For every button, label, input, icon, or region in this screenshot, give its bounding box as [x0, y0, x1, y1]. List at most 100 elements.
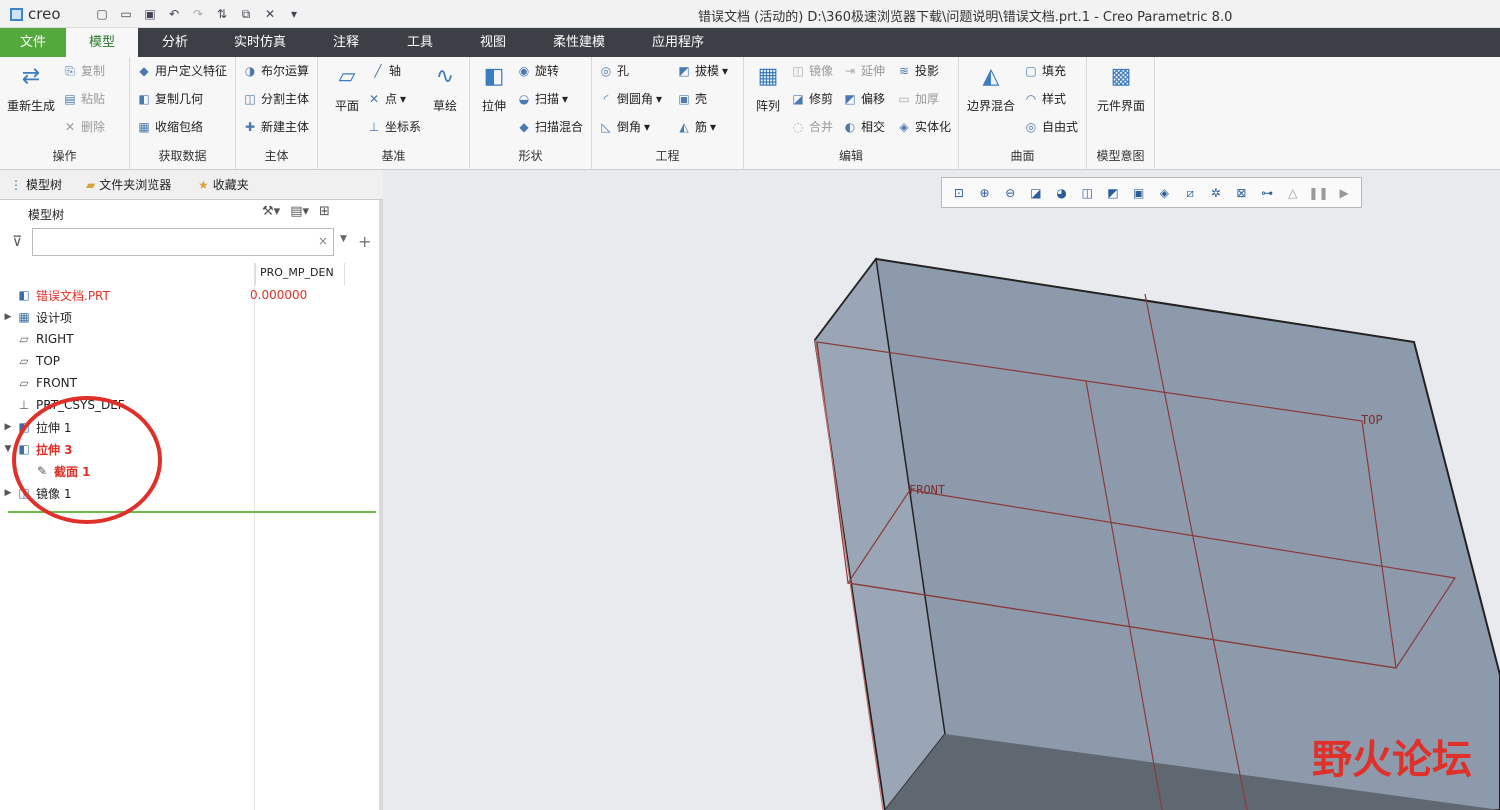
round-button[interactable]: ◜ 倒圆角 ▾	[598, 88, 662, 110]
menu-file[interactable]: 文件	[0, 28, 66, 57]
group-engineering: ◎ 孔 ◜ 倒圆角 ▾ ◺ 倒角 ▾ ◩ 拔模 ▾ ▣ 壳 ◭ 筋 ▾ 工程	[592, 57, 744, 170]
group-get-data: ◆ 用户定义特征 ◧ 复制几何 ▦ 收缩包络 获取数据	[130, 57, 236, 170]
save-icon[interactable]: ▣	[140, 4, 160, 24]
swept-blend-button[interactable]: ◆ 扫描混合	[516, 116, 583, 138]
paste-button[interactable]: ▤ 粘贴	[62, 88, 105, 110]
model-tree-panel: 模型树 ⚒▾ ▤▾ ⊞ ⊽ × ▼ + PRO_MP_DEN ◧ 错误文档.PR…	[0, 200, 383, 810]
section-icon[interactable]: ⊶	[1256, 182, 1278, 204]
split-body-button[interactable]: ◫ 分割主体	[242, 88, 309, 110]
regenerate-icon[interactable]: ⇅	[212, 4, 232, 24]
graphics-viewport[interactable]: TOP FRONT	[383, 170, 1500, 810]
menu-flexible-modeling[interactable]: 柔性建模	[530, 28, 628, 57]
menu-bar: 文件 模型 分析 实时仿真 注释 工具 视图 柔性建模 应用程序	[0, 28, 1500, 58]
appearance-icon[interactable]: △	[1282, 182, 1304, 204]
group-label-shapes[interactable]: 形状	[470, 147, 591, 164]
shell-icon: ▣	[678, 92, 690, 106]
merge-button[interactable]: ◌ 合并	[790, 116, 833, 138]
animation-icon[interactable]: ▶	[1333, 182, 1355, 204]
hole-button[interactable]: ◎ 孔	[598, 60, 629, 82]
boundary-blend-button[interactable]: ◭ 边界混合	[963, 61, 1019, 114]
group-shapes: ◧ 拉伸 ◉ 旋转 ◒ 扫描 ▾ ◆ 扫描混合 形状	[470, 57, 592, 170]
menu-view[interactable]: 视图	[456, 28, 530, 57]
menu-model[interactable]: 模型	[66, 28, 138, 58]
repaint-icon[interactable]: ◪	[1025, 182, 1047, 204]
filter-display-icon[interactable]: ⊠	[1231, 182, 1253, 204]
menu-tools[interactable]: 工具	[384, 28, 456, 57]
menu-annotate[interactable]: 注释	[308, 28, 384, 57]
zoom-in-icon[interactable]: ⊕	[974, 182, 996, 204]
datum-front-label: FRONT	[909, 483, 945, 497]
component-interface-icon: ▩	[1110, 64, 1132, 89]
sketch-button[interactable]: ∿ 草绘	[424, 61, 466, 114]
regenerate-button[interactable]: ⇄ 重新生成	[6, 61, 56, 114]
sweep-button[interactable]: ◒ 扫描 ▾	[516, 88, 568, 110]
customize-icon[interactable]: ▾	[284, 4, 304, 24]
annotation-display-icon[interactable]: ✲	[1205, 182, 1227, 204]
csys-button[interactable]: ⊥ 坐标系	[366, 116, 421, 138]
tab-folder-browser[interactable]: ▰ 文件夹浏览器	[86, 176, 171, 193]
view-manager-icon[interactable]: ▣	[1128, 182, 1150, 204]
menu-simulation[interactable]: 实时仿真	[212, 28, 308, 57]
windows-icon[interactable]: ⧉	[236, 4, 256, 24]
group-label-engineering[interactable]: 工程	[592, 147, 743, 164]
saved-orientations-icon[interactable]: ◩	[1102, 182, 1124, 204]
group-body: ◑ 布尔运算 ◫ 分割主体 ✚ 新建主体 主体	[236, 57, 318, 170]
group-label-body[interactable]: 主体	[236, 147, 317, 164]
copy-button[interactable]: ⎘ 复制	[62, 60, 105, 82]
point-button[interactable]: ✕ 点 ▾	[366, 88, 406, 110]
group-label-model-intent[interactable]: 模型意图	[1087, 147, 1154, 164]
freestyle-button[interactable]: ◎ 自由式	[1023, 116, 1078, 138]
spin-center-icon[interactable]: ◈	[1154, 182, 1176, 204]
view-toolbar: ⊡ ⊕ ⊖ ◪ ◕ ◫ ◩ ▣ ◈ ⧄ ✲ ⊠ ⊶ △ ❚❚ ▶	[941, 177, 1362, 208]
boolean-button[interactable]: ◑ 布尔运算	[242, 60, 309, 82]
extend-button[interactable]: ⇥ 延伸	[842, 60, 885, 82]
solidify-button[interactable]: ◈ 实体化	[896, 116, 951, 138]
rib-button[interactable]: ◭ 筋 ▾	[676, 116, 716, 138]
udf-button[interactable]: ◆ 用户定义特征	[136, 60, 227, 82]
delete-button[interactable]: ✕ 删除	[62, 116, 105, 138]
menu-analysis[interactable]: 分析	[138, 28, 212, 57]
fill-button[interactable]: ▢ 填充	[1023, 60, 1066, 82]
menu-applications[interactable]: 应用程序	[628, 28, 728, 57]
shell-button[interactable]: ▣ 壳	[676, 88, 707, 110]
group-label-operations[interactable]: 操作	[0, 147, 129, 164]
display-style-icon[interactable]: ◫	[1076, 182, 1098, 204]
shrinkwrap-button[interactable]: ▦ 收缩包络	[136, 116, 203, 138]
undo-icon[interactable]: ↶	[164, 4, 184, 24]
close-icon[interactable]: ✕	[260, 4, 280, 24]
mirror-button[interactable]: ◫ 镜像	[790, 60, 833, 82]
tab-model-tree[interactable]: ⋮ 模型树	[10, 176, 62, 193]
chamfer-button[interactable]: ◺ 倒角 ▾	[598, 116, 650, 138]
tab-favorites[interactable]: ★ 收藏夹	[198, 176, 249, 193]
plane-button[interactable]: ▱ 平面	[324, 61, 370, 114]
new-icon[interactable]: ▢	[92, 4, 112, 24]
zoom-out-icon[interactable]: ⊖	[999, 182, 1021, 204]
axis-button[interactable]: ╱ 轴	[370, 60, 401, 82]
component-interface-button[interactable]: ▩ 元件界面	[1091, 61, 1151, 114]
creo-cube-icon	[10, 7, 23, 21]
pattern-button[interactable]: ▦ 阵列	[748, 61, 788, 114]
window-title: 错误文档 (活动的) D:\360极速浏览器下载\问题说明\错误文档.prt.1…	[698, 10, 1233, 25]
project-button[interactable]: ≋ 投影	[896, 60, 939, 82]
offset-button[interactable]: ◩ 偏移	[842, 88, 885, 110]
style-button[interactable]: ◠ 样式	[1023, 88, 1066, 110]
boundary-blend-icon: ◭	[982, 64, 1000, 89]
group-label-get-data[interactable]: 获取数据	[130, 147, 235, 164]
intersect-button[interactable]: ◐ 相交	[842, 116, 885, 138]
refit-icon[interactable]: ⊡	[948, 182, 970, 204]
group-label-surfaces[interactable]: 曲面	[959, 147, 1086, 164]
draft-button[interactable]: ◩ 拔模 ▾	[676, 60, 728, 82]
thicken-button[interactable]: ▭ 加厚	[896, 88, 939, 110]
new-body-button[interactable]: ✚ 新建主体	[242, 116, 309, 138]
open-icon[interactable]: ▭	[116, 4, 136, 24]
group-label-editing[interactable]: 编辑	[744, 147, 958, 164]
revolve-button[interactable]: ◉ 旋转	[516, 60, 559, 82]
extrude-button[interactable]: ◧ 拉伸	[474, 61, 514, 114]
trim-button[interactable]: ◪ 修剪	[790, 88, 833, 110]
redo-icon[interactable]: ↷	[188, 4, 208, 24]
group-label-datum[interactable]: 基准	[318, 147, 469, 164]
perspective-icon[interactable]: ◕	[1051, 182, 1073, 204]
pause-icon[interactable]: ❚❚	[1308, 182, 1330, 204]
copy-geometry-button[interactable]: ◧ 复制几何	[136, 88, 203, 110]
datum-display-icon[interactable]: ⧄	[1179, 182, 1201, 204]
